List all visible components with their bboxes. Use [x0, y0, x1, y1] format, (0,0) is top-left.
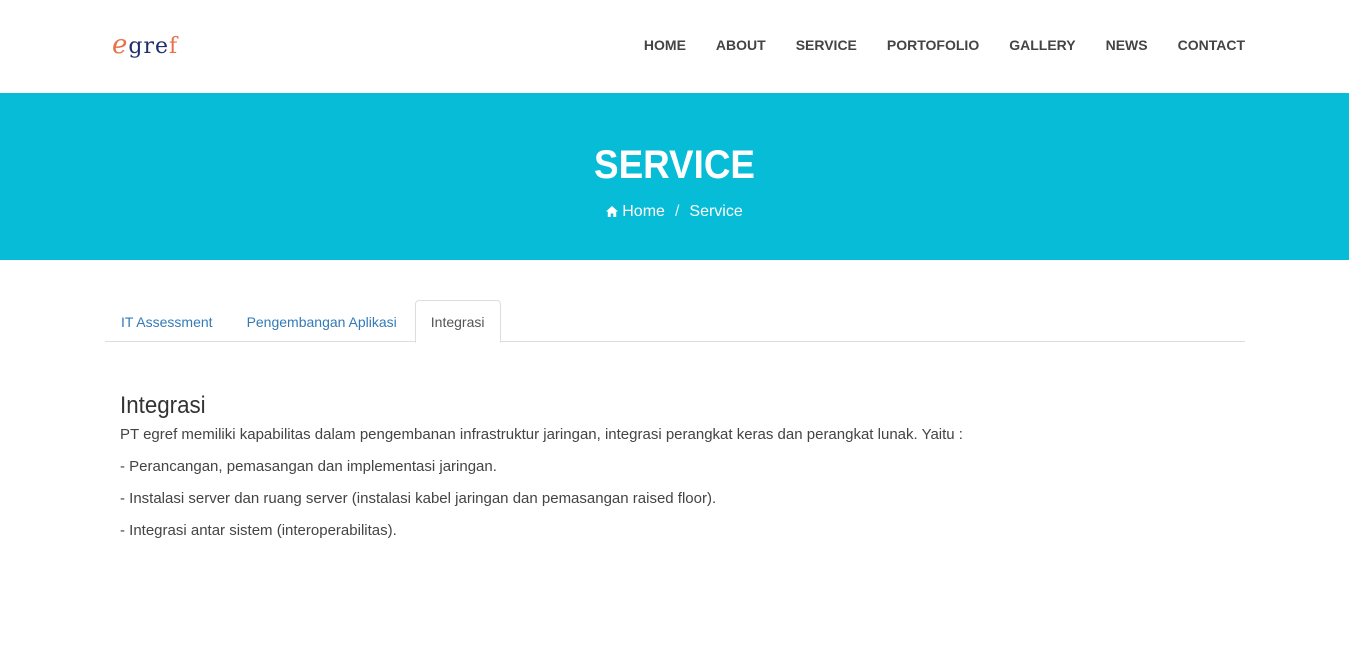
tab-content: Integrasi PT egref memiliki kapabilitas … — [120, 390, 1230, 553]
nav-service[interactable]: SERVICE — [796, 37, 857, 53]
breadcrumb-current: Service — [689, 203, 743, 220]
page-title: SERVICE — [594, 143, 755, 187]
nav-news[interactable]: NEWS — [1106, 37, 1148, 53]
service-tabs: IT Assessment Pengembangan Aplikasi Inte… — [105, 300, 1245, 343]
tab-pengembangan-aplikasi[interactable]: Pengembangan Aplikasi — [231, 300, 413, 342]
nav-home[interactable]: HOME — [644, 37, 686, 53]
breadcrumb-home[interactable]: Home — [622, 203, 665, 221]
nav-gallery[interactable]: GALLERY — [1009, 37, 1075, 53]
home-icon — [606, 205, 619, 217]
egref-logo[interactable]: e gref — [112, 30, 178, 60]
site-header: e gref HOME ABOUT SERVICE PORTOFOLIO GAL… — [0, 0, 1349, 93]
logo-text-f: f — [169, 34, 179, 59]
page-banner: SERVICE Home / Service — [0, 93, 1349, 260]
nav-about[interactable]: ABOUT — [716, 37, 766, 53]
nav-contact[interactable]: CONTACT — [1178, 37, 1245, 53]
logo-e: e — [112, 30, 129, 60]
content-item: - Instalasi server dan ruang server (ins… — [120, 490, 717, 507]
nav-portofolio[interactable]: PORTOFOLIO — [887, 37, 979, 53]
breadcrumb-separator: / — [674, 203, 680, 220]
content-item: - Perancangan, pemasangan dan implementa… — [120, 458, 497, 475]
logo-text-main: gre — [128, 34, 170, 59]
breadcrumb: Home / Service — [0, 203, 1349, 221]
content-heading: Integrasi — [120, 392, 206, 419]
content-paragraph: PT egref memiliki kapabilitas dalam peng… — [120, 426, 963, 443]
logo-text: gref — [128, 34, 178, 59]
content-item: - Integrasi antar sistem (interoperabili… — [120, 522, 397, 539]
main-nav: HOME ABOUT SERVICE PORTOFOLIO GALLERY NE… — [614, 37, 1245, 53]
tab-integrasi[interactable]: Integrasi — [414, 300, 501, 343]
tab-it-assessment[interactable]: IT Assessment — [105, 300, 229, 342]
